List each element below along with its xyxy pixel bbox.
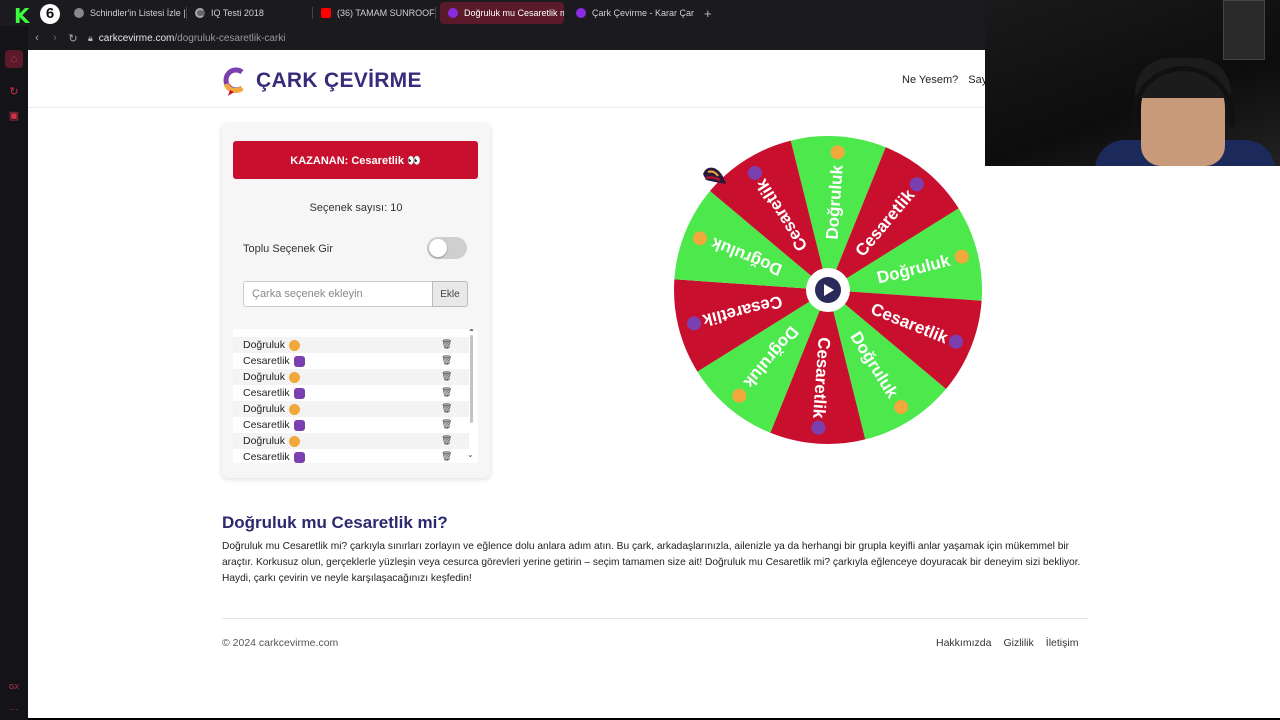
reload-icon[interactable]: ↻	[64, 32, 82, 45]
article-body: Doğruluk mu Cesaretlik mi? çarkıyla sını…	[222, 541, 1081, 584]
delete-option-icon[interactable]: 🗑︎	[441, 419, 452, 430]
devil-icon	[293, 355, 305, 367]
option-count: Seçenek sayısı: 10	[309, 202, 403, 214]
forward-icon[interactable]: ›	[46, 32, 64, 44]
gx-icon[interactable]: GX	[5, 678, 23, 696]
option-label: Cesaretlik	[243, 451, 290, 463]
scroll-up-icon[interactable]: ▲	[468, 329, 475, 333]
footer-link-about[interactable]: Hakkımızda	[936, 637, 991, 649]
home-icon[interactable]: ⌂	[5, 50, 23, 68]
back-icon[interactable]: ‹	[28, 32, 46, 44]
bulk-entry-toggle[interactable]	[427, 237, 467, 259]
delete-option-icon[interactable]: 🗑︎	[441, 355, 452, 366]
option-label: Doğruluk	[243, 403, 286, 415]
option-label: Cesaretlik	[243, 387, 290, 399]
tab-label: IQ Testi 2018	[211, 8, 264, 18]
option-label: Cesaretlik	[243, 419, 290, 431]
tab-favicon-icon	[74, 8, 84, 18]
tab-dogruluk-cesaretlik[interactable]: Doğruluk mu Cesaretlik m	[440, 2, 564, 24]
tab-label: Schindler'in Listesi İzle | F	[90, 8, 186, 18]
delete-option-icon[interactable]: 🗑︎	[441, 451, 452, 462]
option-row: Doğruluk 🗑︎	[233, 337, 469, 353]
option-label: Doğruluk	[243, 339, 286, 351]
smiley-icon	[289, 371, 301, 383]
lock-icon[interactable]: 🔒︎	[88, 33, 93, 44]
url-path: /dogruluk-cesaretlik-carki	[174, 32, 286, 44]
list-scrollbar[interactable]	[470, 335, 473, 423]
tab-label: Doğruluk mu Cesaretlik m	[464, 8, 564, 18]
option-row: Doğruluk 🗑︎	[233, 401, 469, 417]
delete-option-icon[interactable]: 🗑︎	[441, 339, 452, 350]
options-panel: KAZANAN: Cesaretlik 👀 Seçenek sayısı: 10…	[222, 124, 490, 478]
footer-link-privacy[interactable]: Gizlilik	[1003, 637, 1033, 649]
delete-option-icon[interactable]: 🗑︎	[441, 371, 452, 382]
option-row: Cesaretlik 🗑︎	[233, 449, 469, 463]
tab-label: Çark Çevirme - Karar Çar	[592, 8, 695, 18]
bag-icon[interactable]: ▣	[5, 106, 23, 124]
tab-separator	[435, 7, 436, 19]
stream-logo-6: 6	[40, 4, 60, 24]
site-logo[interactable]: ÇARK ÇEVİRME	[222, 66, 422, 96]
site-favicon-icon	[576, 8, 586, 18]
option-list: ▲ ⌄ Doğruluk 🗑︎ Cesaretlik 🗑︎ Doğruluk 🗑︎ Cesa…	[233, 329, 478, 463]
browser-sidebar: ⌂ ↻ ▣ GX ⋯	[0, 26, 28, 720]
nav-ne-yesem[interactable]: Ne Yesem?	[902, 74, 958, 86]
article-title: Doğruluk mu Cesaretlik mi?	[222, 513, 448, 532]
delete-option-icon[interactable]: 🗑︎	[441, 403, 452, 414]
tab-cark-cevirme[interactable]: Çark Çevirme - Karar Çar	[568, 2, 696, 24]
loading-spinner-icon	[195, 8, 205, 18]
logo-icon	[223, 67, 244, 96]
add-option-button[interactable]: Ekle	[432, 281, 468, 307]
option-row: Cesaretlik 🗑︎	[233, 385, 469, 401]
site-favicon-icon	[448, 8, 458, 18]
history-icon[interactable]: ↻	[5, 82, 23, 100]
devil-icon	[293, 419, 305, 431]
delete-option-icon[interactable]: 🗑︎	[441, 435, 452, 446]
stream-logo-k: K	[14, 4, 30, 28]
tab-iq-test[interactable]: IQ Testi 2018	[187, 2, 312, 24]
option-row: Cesaretlik 🗑︎	[233, 417, 469, 433]
stream-logo: K 6	[0, 0, 66, 28]
footer-link-contact[interactable]: İletişim	[1046, 637, 1079, 649]
new-tab-button[interactable]: +	[696, 6, 720, 21]
add-option-input[interactable]	[243, 281, 433, 307]
toggle-knob	[429, 239, 447, 257]
wheel-pointer-icon	[703, 167, 726, 184]
smiley-icon	[289, 339, 301, 351]
wall-poster	[1223, 0, 1265, 60]
tab-label: (36) TAMAM SUNROOF |	[337, 8, 435, 18]
option-label: Doğruluk	[243, 435, 286, 447]
webcam-overlay	[985, 0, 1280, 166]
tab-youtube[interactable]: (36) TAMAM SUNROOF |	[313, 2, 435, 24]
footer-links: Hakkımızda Gizlilik İletişim	[936, 637, 1078, 649]
brand-name: ÇARK ÇEVİRME	[256, 69, 422, 92]
devil-icon	[293, 387, 305, 399]
youtube-icon	[321, 8, 331, 18]
bulk-entry-label: Toplu Seçenek Gir	[243, 243, 333, 255]
url-field[interactable]: carkcevirme.com/dogruluk-cesaretlik-cark…	[99, 33, 286, 44]
devil-icon	[293, 451, 305, 463]
smiley-icon	[289, 403, 301, 415]
option-row: Doğruluk 🗑︎	[233, 369, 469, 385]
option-label: Doğruluk	[243, 371, 286, 383]
footer-divider	[222, 618, 1088, 619]
tab-schindler[interactable]: Schindler'in Listesi İzle | F	[66, 2, 186, 24]
top-nav: Ne Yesem? Sayı	[902, 74, 990, 86]
url-host: carkcevirme.com	[98, 32, 175, 44]
smiley-icon	[289, 435, 301, 447]
option-label: Cesaretlik	[243, 355, 290, 367]
option-row: Cesaretlik 🗑︎	[233, 353, 469, 369]
more-icon[interactable]: ⋯	[5, 700, 23, 718]
delete-option-icon[interactable]: 🗑︎	[441, 387, 452, 398]
option-row: Doğruluk 🗑︎	[233, 433, 469, 449]
winner-banner[interactable]: KAZANAN: Cesaretlik 👀	[233, 141, 478, 179]
copyright: © 2024 carkcevirme.com	[222, 637, 339, 649]
